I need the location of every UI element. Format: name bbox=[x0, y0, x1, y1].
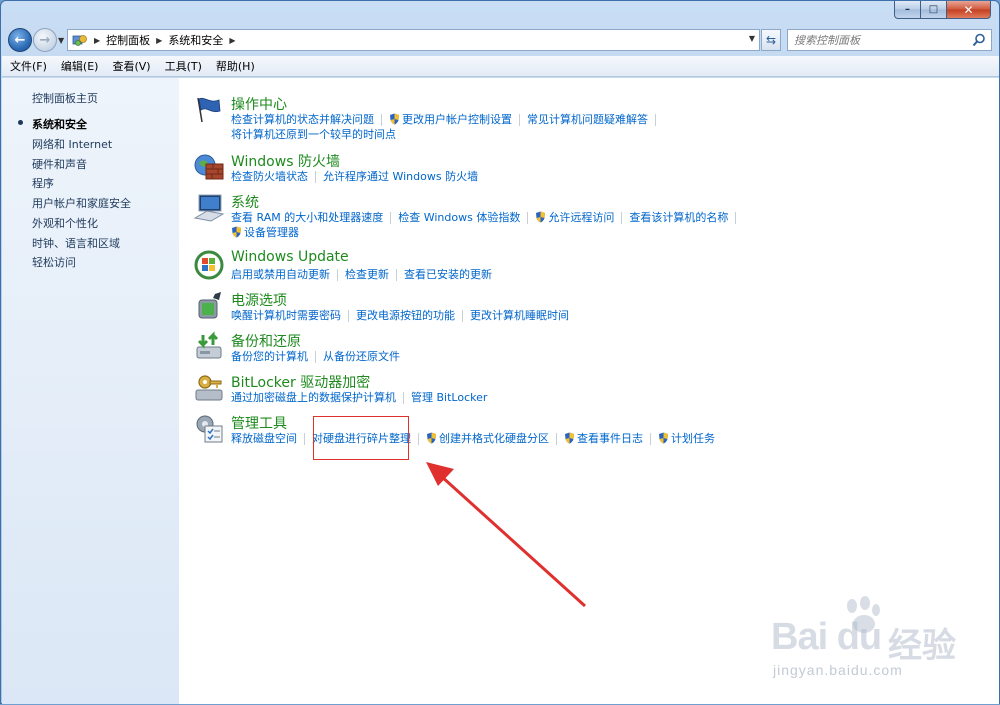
task-link[interactable]: 计划任务 bbox=[671, 432, 715, 445]
task-link[interactable]: 更改计算机睡眠时间 bbox=[470, 309, 569, 322]
task-link[interactable]: 允许程序通过 Windows 防火墙 bbox=[323, 170, 478, 183]
task-link[interactable]: 允许远程访问 bbox=[548, 211, 614, 224]
task-link[interactable]: 创建并格式化硬盘分区 bbox=[439, 432, 549, 445]
backup-restore-icon bbox=[196, 331, 222, 359]
breadcrumb-chevron-icon[interactable]: ▶ bbox=[229, 36, 235, 45]
baidu-jingyan-watermark: Bai du 经验 jingyan.baidu.com bbox=[763, 596, 983, 686]
category-links: 检查计算机的状态并解决问题 更改用户帐户控制设置 常见计算机问题疑难解答 bbox=[231, 111, 663, 127]
uac-shield-icon bbox=[390, 113, 399, 125]
menu-help[interactable]: 帮助(H) bbox=[216, 58, 255, 74]
task-link[interactable]: 管理 BitLocker bbox=[411, 391, 487, 404]
task-link[interactable]: 检查计算机的状态并解决问题 bbox=[231, 113, 374, 126]
task-link[interactable]: 通过加密磁盘上的数据保护计算机 bbox=[231, 391, 396, 404]
sidebar-home-link[interactable]: 控制面板主页 bbox=[32, 90, 98, 106]
menu-file[interactable]: 文件(F) bbox=[10, 58, 47, 74]
task-link[interactable]: 检查更新 bbox=[345, 268, 389, 281]
category-links: 通过加密磁盘上的数据保护计算机 管理 BitLocker bbox=[231, 389, 487, 405]
sidebar-item-network[interactable]: 网络和 Internet bbox=[32, 136, 112, 152]
caption-buttons: – □ ✕ bbox=[894, 1, 991, 19]
task-link[interactable]: 查看 RAM 的大小和处理器速度 bbox=[231, 211, 383, 224]
close-button[interactable]: ✕ bbox=[947, 1, 991, 19]
action-center-flag-icon bbox=[197, 97, 221, 123]
minimize-button[interactable]: – bbox=[894, 1, 921, 19]
search-input[interactable] bbox=[794, 33, 969, 47]
windows-update-icon bbox=[194, 250, 224, 280]
sidebar-item-ease-of-access[interactable]: 轻松访问 bbox=[32, 254, 76, 270]
task-link[interactable]: 更改用户帐户控制设置 bbox=[402, 113, 512, 126]
category-links: 唤醒计算机时需要密码 更改电源按钮的功能 更改计算机睡眠时间 bbox=[231, 307, 569, 323]
breadcrumb-chevron-icon[interactable]: ▶ bbox=[94, 36, 100, 45]
task-link[interactable]: 设备管理器 bbox=[244, 226, 299, 239]
task-link[interactable]: 查看已安装的更新 bbox=[404, 268, 492, 281]
forward-arrow-icon: → bbox=[39, 32, 51, 48]
watermark-cn: 经验 bbox=[888, 626, 956, 666]
task-link[interactable]: 将计算机还原到一个较早的时间点 bbox=[231, 128, 396, 141]
search-box bbox=[787, 29, 992, 51]
firewall-icon bbox=[194, 154, 224, 180]
control-panel-window: – □ ✕ ← → ▼ ▶ 控制面板 ▶ 系统和安全 ▶ ▼ ⇆ 搜索控制面板 … bbox=[0, 0, 1000, 704]
category-links: 查看 RAM 的大小和处理器速度 检查 Windows 体验指数 允许远程访问 查看该… bbox=[231, 209, 743, 225]
uac-shield-icon bbox=[565, 432, 574, 444]
menu-tools[interactable]: 工具(T) bbox=[165, 58, 202, 74]
category-links: 释放磁盘空间 对硬盘进行碎片整理 创建并格式化硬盘分区 查看事件日志 计划任务 bbox=[231, 430, 715, 446]
sidebar-item-system-security[interactable]: 系统和安全 bbox=[32, 116, 87, 132]
sidebar-item-programs[interactable]: 程序 bbox=[32, 175, 54, 191]
uac-shield-icon bbox=[232, 226, 241, 238]
system-computer-icon bbox=[193, 194, 225, 222]
uac-shield-icon bbox=[536, 211, 546, 223]
watermark-url: jingyan.baidu.com bbox=[773, 662, 903, 678]
sidebar-item-hardware-sound[interactable]: 硬件和声音 bbox=[32, 156, 87, 172]
category-links: 将计算机还原到一个较早的时间点 bbox=[231, 126, 396, 142]
back-button[interactable]: ← bbox=[8, 28, 32, 52]
category-title[interactable]: Windows Update bbox=[231, 249, 349, 265]
menu-view[interactable]: 查看(V) bbox=[112, 58, 150, 74]
task-link[interactable]: 检查防火墙状态 bbox=[231, 170, 308, 183]
task-link[interactable]: 查看事件日志 bbox=[577, 432, 643, 445]
category-links: 检查防火墙状态 允许程序通过 Windows 防火墙 bbox=[231, 168, 478, 184]
breadcrumb-control-panel[interactable]: 控制面板 bbox=[106, 32, 150, 48]
recent-pages-dropdown-icon[interactable]: ▼ bbox=[58, 36, 64, 45]
current-item-bullet-icon bbox=[18, 120, 23, 125]
uac-shield-icon bbox=[659, 432, 668, 444]
address-bar[interactable]: ▶ 控制面板 ▶ 系统和安全 ▶ ▼ bbox=[67, 29, 760, 51]
category-links: 启用或禁用自动更新 检查更新 查看已安装的更新 bbox=[231, 266, 492, 282]
annotation-highlight-box bbox=[313, 416, 409, 460]
breadcrumb-chevron-icon[interactable]: ▶ bbox=[156, 36, 162, 45]
watermark-logo: Bai du bbox=[771, 616, 882, 658]
maximize-button[interactable]: □ bbox=[921, 1, 947, 19]
task-link[interactable]: 常见计算机问题疑难解答 bbox=[527, 113, 648, 126]
task-link[interactable]: 释放磁盘空间 bbox=[231, 432, 297, 445]
power-options-icon bbox=[198, 292, 221, 319]
task-link[interactable]: 查看该计算机的名称 bbox=[629, 211, 728, 224]
minimize-icon: – bbox=[905, 4, 910, 15]
bitlocker-key-icon bbox=[195, 375, 223, 401]
navigation-bar: ← → ▼ ▶ 控制面板 ▶ 系统和安全 ▶ ▼ ⇆ bbox=[1, 25, 999, 55]
task-link[interactable]: 更改电源按钮的功能 bbox=[356, 309, 455, 322]
uac-shield-icon bbox=[427, 432, 436, 444]
sidebar-item-appearance[interactable]: 外观和个性化 bbox=[32, 215, 98, 231]
breadcrumb-system-security[interactable]: 系统和安全 bbox=[168, 32, 223, 48]
menu-edit[interactable]: 编辑(E) bbox=[61, 58, 99, 74]
back-arrow-icon: ← bbox=[14, 32, 26, 48]
navigation-pane: 控制面板主页 系统和安全 网络和 Internet 硬件和声音 程序 用户帐户和… bbox=[2, 78, 179, 704]
search-icon[interactable] bbox=[972, 33, 986, 47]
sidebar-item-user-accounts[interactable]: 用户帐户和家庭安全 bbox=[32, 195, 131, 211]
category-links: 设备管理器 bbox=[231, 224, 299, 240]
menu-bar: 文件(F) 编辑(E) 查看(V) 工具(T) 帮助(H) bbox=[2, 56, 999, 77]
task-link[interactable]: 唤醒计算机时需要密码 bbox=[231, 309, 341, 322]
close-icon: ✕ bbox=[963, 2, 974, 17]
sidebar-item-clock-language[interactable]: 时钟、语言和区域 bbox=[32, 235, 120, 251]
admin-tools-icon bbox=[196, 415, 223, 443]
task-link[interactable]: 备份您的计算机 bbox=[231, 350, 308, 363]
address-dropdown-icon[interactable]: ▼ bbox=[749, 34, 755, 43]
refresh-icon: ⇆ bbox=[765, 33, 777, 47]
maximize-icon: □ bbox=[928, 4, 939, 15]
category-links: 备份您的计算机 从备份还原文件 bbox=[231, 348, 400, 364]
task-link[interactable]: 启用或禁用自动更新 bbox=[231, 268, 330, 281]
forward-button[interactable]: → bbox=[33, 28, 57, 52]
refresh-button[interactable]: ⇆ bbox=[761, 29, 781, 51]
task-link[interactable]: 检查 Windows 体验指数 bbox=[398, 211, 520, 224]
task-link[interactable]: 从备份还原文件 bbox=[323, 350, 400, 363]
control-panel-icon bbox=[72, 35, 87, 46]
